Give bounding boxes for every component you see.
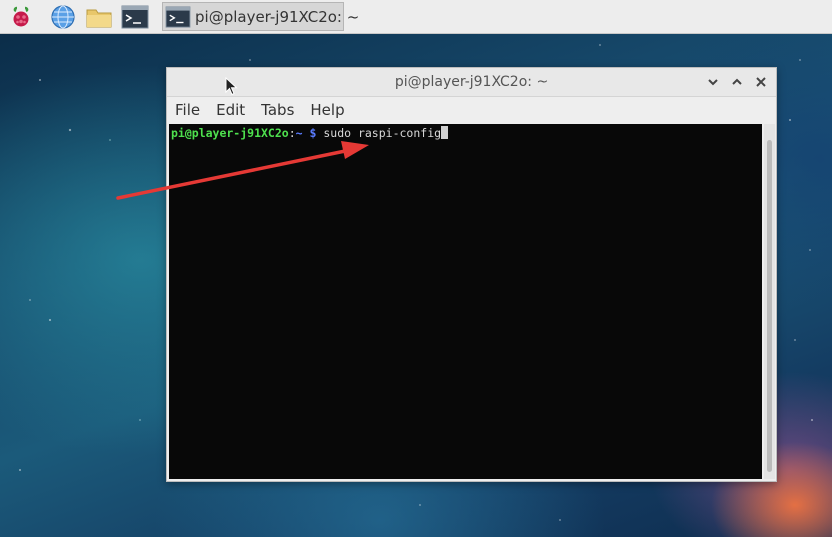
mouse-pointer-icon xyxy=(225,77,238,96)
annotation-arrow xyxy=(116,141,369,200)
